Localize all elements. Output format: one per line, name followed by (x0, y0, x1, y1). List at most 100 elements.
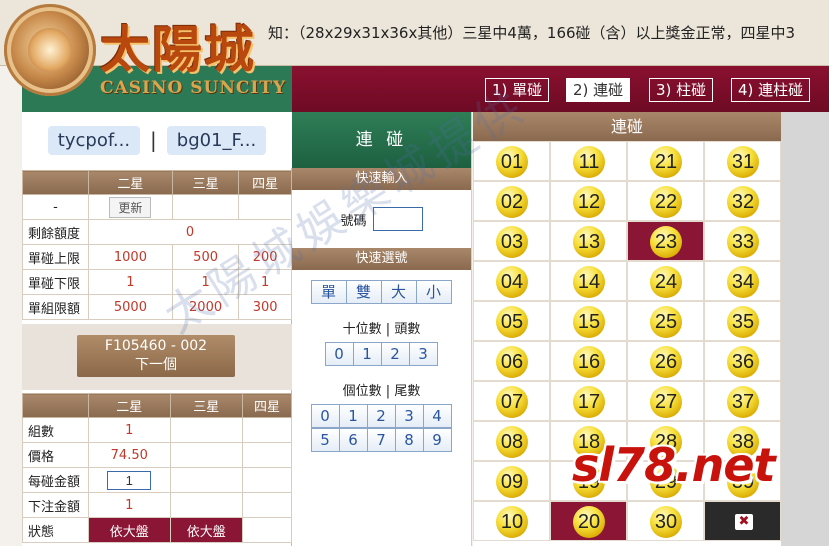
tens-1-button[interactable]: 1 (352, 342, 382, 366)
ball-number: 35 (727, 306, 759, 338)
next-code: F105460 - 002 (104, 338, 208, 354)
casino-logo: 太陽城 CASINO SUNCITY (4, 4, 294, 104)
ball-cell[interactable]: 03 (473, 221, 550, 261)
ball-cell[interactable]: 34 (704, 261, 781, 301)
ball-cell[interactable]: 06 (473, 341, 550, 381)
ball-cell[interactable]: 27 (627, 381, 704, 421)
filter-buttons: 單 雙 大 小 (292, 280, 471, 304)
quick-input-header: 快速輸入 (292, 168, 471, 190)
small-button[interactable]: 小 (415, 280, 452, 304)
units-5-button[interactable]: 5 (310, 428, 340, 452)
max-3star: 500 (171, 244, 240, 270)
ball-cell[interactable]: 04 (473, 261, 550, 301)
units-1-button[interactable]: 1 (338, 404, 368, 428)
ball-cell[interactable]: 09 (473, 461, 550, 501)
units-row-2: 5 6 7 8 9 (292, 428, 471, 452)
ball-cell[interactable]: 08 (473, 421, 550, 461)
tens-3-button[interactable]: 3 (408, 342, 438, 366)
game-id[interactable]: bg01_F... (166, 125, 267, 155)
tab-continuous-column[interactable]: 4) 連柱碰 (731, 78, 811, 102)
ball-cell[interactable]: 07 (473, 381, 550, 421)
ball-cell[interactable]: 26 (627, 341, 704, 381)
ball-cell[interactable]: 13 (550, 221, 627, 261)
price-value: 74.50 (88, 442, 171, 468)
tab-single[interactable]: 1) 單碰 (485, 78, 550, 102)
tab-continuous[interactable]: 2) 連碰 (566, 78, 631, 102)
units-3-button[interactable]: 3 (394, 404, 424, 428)
refresh-button[interactable]: 更新 (109, 196, 152, 218)
groups-value: 1 (88, 417, 171, 443)
ball-cell[interactable]: 05 (473, 301, 550, 341)
ball-cell[interactable]: 12 (550, 181, 627, 221)
units-2-button[interactable]: 2 (366, 404, 396, 428)
ball-cell[interactable]: 20 (550, 501, 627, 541)
ball-cell[interactable]: 10 (473, 501, 550, 541)
ball-number: 26 (650, 346, 682, 378)
min-2star: 1 (88, 269, 173, 295)
limits-header-3star: 三星 (171, 170, 240, 195)
units-9-button[interactable]: 9 (422, 428, 452, 452)
stake-label: 每碰金額 (22, 467, 89, 493)
ball-cell[interactable]: 23 (627, 221, 704, 261)
ball-number: 02 (496, 186, 528, 218)
big-button[interactable]: 大 (380, 280, 417, 304)
ball-number: 06 (496, 346, 528, 378)
account-bar: tycpof... | bg01_F... (22, 112, 292, 168)
bet-header-3star: 三星 (169, 393, 244, 418)
max-label: 單碰上限 (22, 244, 89, 270)
units-7-button[interactable]: 7 (366, 428, 396, 452)
ball-number: 34 (727, 266, 759, 298)
odd-button[interactable]: 單 (310, 280, 347, 304)
ball-number: 14 (573, 266, 605, 298)
ball-number: 23 (650, 226, 682, 258)
next-section: F105460 - 002 下一個 (22, 324, 292, 390)
tens-2-button[interactable]: 2 (380, 342, 410, 366)
limits-table: 二星 三星 四星 - 更新 剩餘額度 0 單碰上限 1000 500 200 單… (22, 170, 292, 320)
account-separator: | (150, 128, 157, 152)
ball-cell[interactable]: 24 (627, 261, 704, 301)
stake-input[interactable] (107, 470, 152, 490)
min-4star: 1 (238, 269, 292, 295)
units-4-button[interactable]: 4 (422, 404, 452, 428)
ball-cell[interactable]: 14 (550, 261, 627, 301)
group-limit-2star: 5000 (88, 294, 173, 320)
number-entry-row: 號碼 (292, 190, 471, 248)
bet-header-4star: 四星 (242, 393, 292, 418)
ball-number: 36 (727, 346, 759, 378)
ball-number: 33 (727, 226, 759, 258)
ball-number: 04 (496, 266, 528, 298)
ball-cell[interactable]: 33 (704, 221, 781, 261)
ball-cell[interactable]: 25 (627, 301, 704, 341)
ball-cell[interactable]: 01 (473, 141, 550, 181)
user-id[interactable]: tycpof... (47, 125, 141, 155)
ball-cell[interactable]: 22 (627, 181, 704, 221)
ball-cell[interactable]: 16 (550, 341, 627, 381)
ball-cell[interactable]: 35 (704, 301, 781, 341)
units-0-button[interactable]: 0 (310, 404, 340, 428)
ball-cell[interactable]: 30 (627, 501, 704, 541)
ball-cell[interactable]: 15 (550, 301, 627, 341)
units-8-button[interactable]: 8 (394, 428, 424, 452)
mode-bar: 1) 單碰 2) 連碰 3) 柱碰 4) 連柱碰 (292, 66, 829, 112)
units-6-button[interactable]: 6 (338, 428, 368, 452)
tab-column[interactable]: 3) 柱碰 (649, 78, 714, 102)
marquee-text: 知：（28x29x31x36x其他）三星中4萬，166碰（含）以上獎金正常，四星… (268, 24, 796, 42)
even-button[interactable]: 雙 (345, 280, 382, 304)
bet-table: 二星 三星 四星 組數 1 價格 74.50 每碰金額 下注金額 1 狀態 依大… (22, 393, 292, 543)
ball-cell[interactable]: 37 (704, 381, 781, 421)
tens-0-button[interactable]: 0 (324, 342, 354, 366)
ball-cell[interactable]: 36 (704, 341, 781, 381)
ball-number: 27 (650, 386, 682, 418)
ball-cell[interactable]: 11 (550, 141, 627, 181)
ball-cell[interactable]: 21 (627, 141, 704, 181)
ball-number: 11 (573, 146, 605, 178)
ball-number: 24 (650, 266, 682, 298)
number-input[interactable] (372, 207, 423, 231)
ball-cell[interactable]: 02 (473, 181, 550, 221)
ball-cell[interactable]: 31 (704, 141, 781, 181)
close-icon: ✖ (735, 514, 753, 530)
ball-cell[interactable]: 17 (550, 381, 627, 421)
next-button[interactable]: F105460 - 002 下一個 (77, 335, 235, 377)
clear-button[interactable]: ✖ (704, 501, 781, 541)
ball-cell[interactable]: 32 (704, 181, 781, 221)
